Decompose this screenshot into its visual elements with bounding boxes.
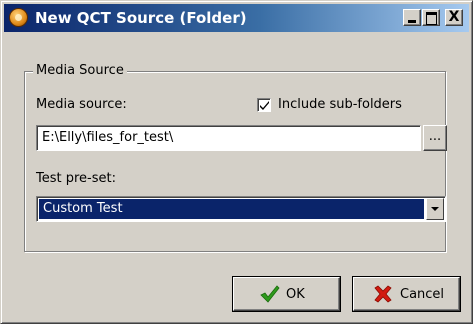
minimize-button[interactable]: [403, 9, 421, 26]
chevron-down-icon[interactable]: [426, 198, 444, 220]
groupbox-legend: Media Source: [33, 63, 127, 78]
cancel-label: Cancel: [400, 287, 445, 302]
close-icon: X: [448, 9, 460, 25]
ok-button[interactable]: OK: [233, 277, 340, 311]
dialog-window: New QCT Source (Folder) X Media Source M…: [0, 0, 473, 324]
test-preset-select[interactable]: Custom Test: [36, 196, 446, 222]
window-title: New QCT Source (Folder): [35, 9, 247, 27]
ok-label: OK: [286, 287, 305, 302]
app-icon: [9, 8, 28, 27]
test-preset-label: Test pre-set:: [36, 171, 116, 186]
include-subfolders-label[interactable]: Include sub-folders: [278, 97, 402, 112]
media-source-input[interactable]: E:\Elly\files_for_test\: [36, 125, 421, 151]
media-source-label: Media source:: [36, 97, 127, 112]
maximize-button[interactable]: [422, 9, 440, 26]
title-bar[interactable]: New QCT Source (Folder) X: [4, 4, 469, 32]
browse-button[interactable]: ...: [423, 125, 447, 151]
cancel-button[interactable]: Cancel: [353, 277, 460, 311]
close-button[interactable]: X: [445, 9, 463, 26]
checkmark-glyph-icon: [260, 101, 269, 110]
include-subfolders-checkbox[interactable]: [257, 98, 271, 112]
test-preset-selected-value: Custom Test: [39, 199, 424, 219]
red-x-icon: [374, 285, 392, 303]
checkmark-icon: [260, 285, 280, 303]
